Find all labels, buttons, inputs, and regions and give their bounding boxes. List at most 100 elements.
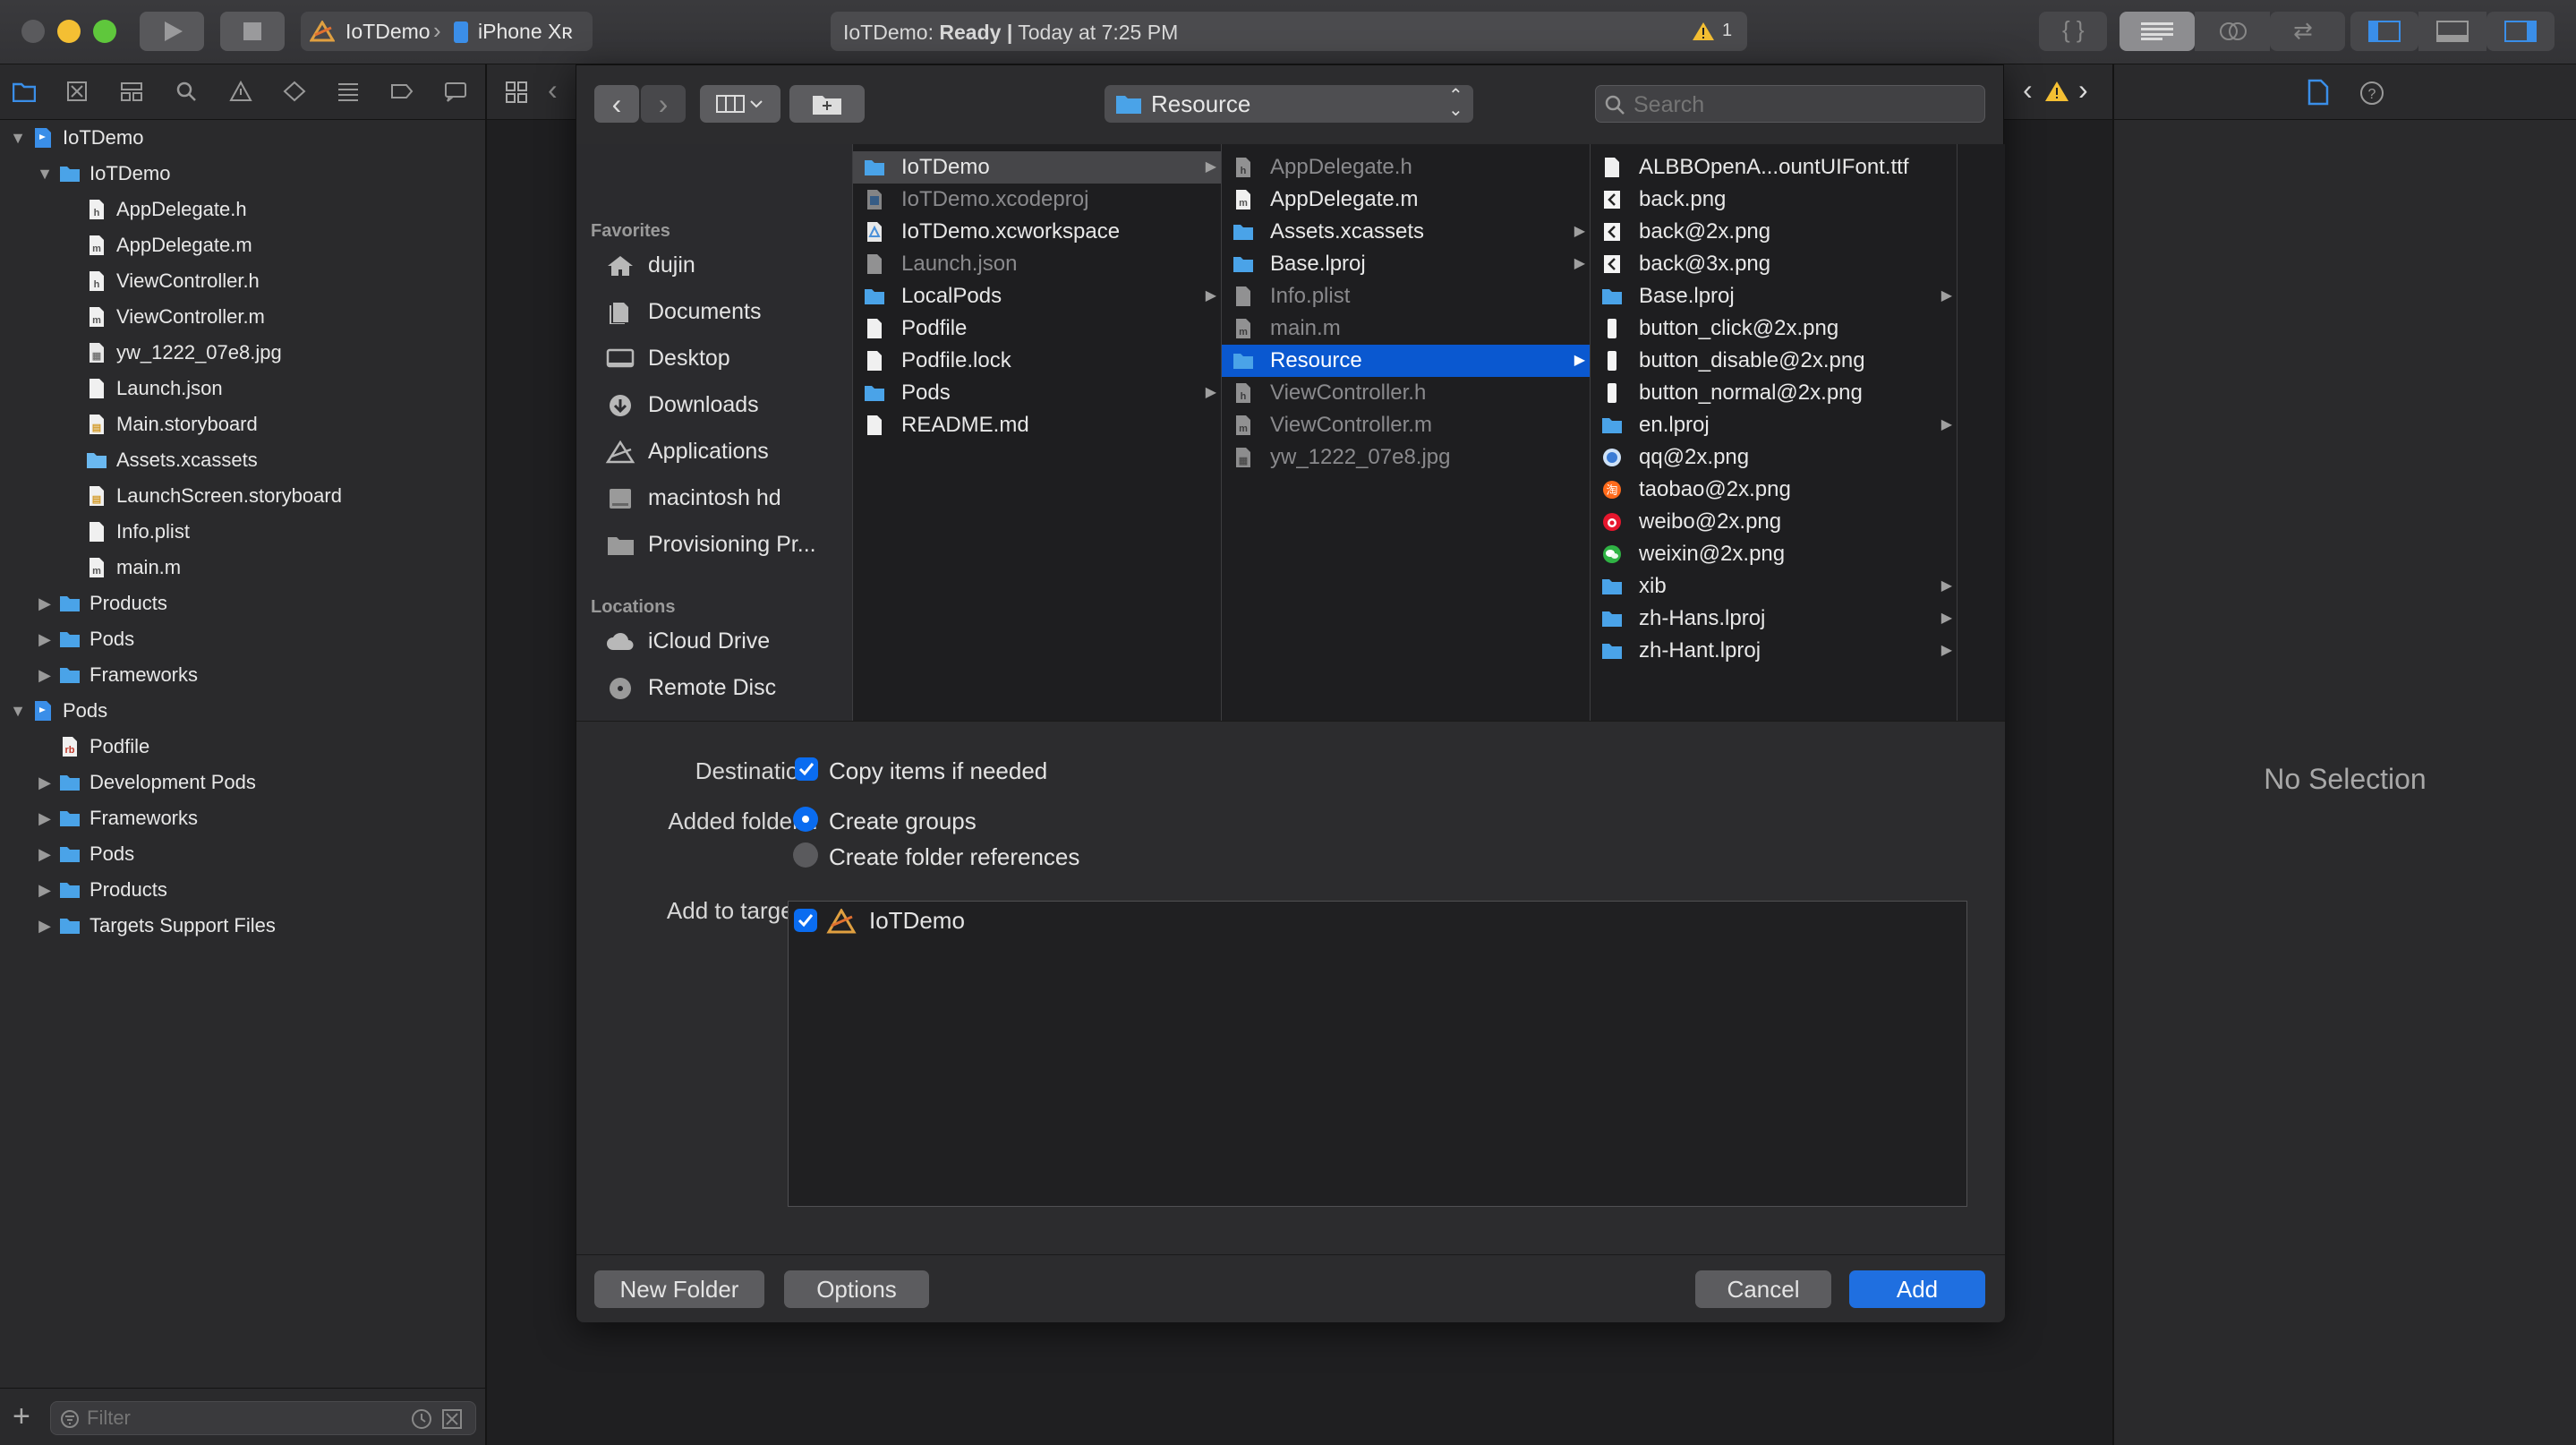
disclosure-collapsed-icon[interactable]: ▶ [36,836,54,872]
disclosure-collapsed-icon[interactable]: ▶ [36,908,54,944]
navigator-row[interactable]: m main.m [0,550,485,586]
browser-row[interactable]: IoTDemo.xcodeproj [853,184,1222,216]
navigator-row[interactable]: ▦ yw_1222_07e8.jpg [0,335,485,371]
browser-row[interactable]: back.png [1591,184,1958,216]
navigator-row[interactable]: ▤ Main.storyboard [0,406,485,442]
navigator-row[interactable]: ▶ Targets Support Files [0,908,485,944]
source-control-tab-icon[interactable] [66,81,88,102]
library-button[interactable]: { } [2039,12,2107,51]
copy-items-checkbox[interactable] [795,757,818,781]
navigator-row[interactable]: ▼ Pods [0,693,485,729]
filter-input[interactable] [87,1406,409,1431]
new-folder-toolbar-button[interactable] [789,85,865,123]
create-groups-label[interactable]: Create groups [829,808,977,835]
browser-row[interactable]: button_click@2x.png [1591,312,1958,345]
options-button[interactable]: Options [784,1270,929,1308]
navigator-row[interactable]: ▼ IoTDemo [0,156,485,192]
disclosure-expanded-icon[interactable]: ▼ [36,156,54,192]
browser-row[interactable]: Info.plist [1222,280,1591,312]
navigator-row[interactable]: ▤ LaunchScreen.storyboard [0,478,485,514]
version-editor-button[interactable]: ⇄ [2270,12,2345,51]
browser-row[interactable]: IoTDemo ▶ [853,151,1222,184]
browser-row[interactable]: ▦ yw_1222_07e8.jpg [1222,441,1591,474]
create-groups-radio[interactable] [793,807,818,832]
report-navigator-icon[interactable] [444,81,467,102]
target-checkbox[interactable] [794,909,817,932]
location-popup[interactable]: Resource ⌃ ⌄ [1105,85,1473,123]
browser-row[interactable]: m AppDelegate.m [1222,184,1591,216]
navigator-row[interactable]: rb Podfile [0,729,485,765]
symbol-navigator-tab-icon[interactable] [120,81,143,102]
browser-row[interactable]: zh-Hant.lproj ▶ [1591,635,1958,667]
sidebar-item-applications[interactable]: Applications [576,429,852,474]
debug-navigator-icon[interactable] [337,81,360,102]
browser-row[interactable]: README.md [853,409,1222,441]
run-button[interactable] [140,12,204,51]
navigator-row[interactable]: ▶ Frameworks [0,800,485,836]
navigator-row[interactable]: Info.plist [0,514,485,550]
navigator-row[interactable]: Launch.json [0,371,485,406]
browser-row[interactable]: m main.m [1222,312,1591,345]
toggle-inspector-button[interactable] [2486,12,2555,51]
navigator-row[interactable]: h AppDelegate.h [0,192,485,227]
zoom-window-button[interactable] [93,20,116,43]
disclosure-collapsed-icon[interactable]: ▶ [36,657,54,693]
filter-field[interactable] [50,1401,476,1435]
sidebar-item-documents[interactable]: Documents [576,289,852,334]
browser-row[interactable]: xib ▶ [1591,570,1958,603]
disclosure-collapsed-icon[interactable]: ▶ [36,872,54,908]
browser-row[interactable]: ALBBOpenA...ountUIFont.ttf [1591,151,1958,184]
file-inspector-icon[interactable] [2307,79,2329,106]
sidebar-item-icloud-drive[interactable]: iCloud Drive [576,619,852,663]
add-icon[interactable]: + [13,1399,30,1434]
breakpoint-navigator-icon[interactable] [390,81,414,102]
browser-row[interactable]: h AppDelegate.h [1222,151,1591,184]
browser-row[interactable]: back@2x.png [1591,216,1958,248]
related-items-grid-icon[interactable] [505,81,528,104]
back-button[interactable]: ‹ [594,85,639,123]
sidebar-item-macintosh-hd[interactable]: macintosh hd [576,475,852,520]
browser-row[interactable]: Pods ▶ [853,377,1222,409]
navigator-row[interactable]: ▶ Development Pods [0,765,485,800]
navigator-row[interactable]: m AppDelegate.m [0,227,485,263]
new-folder-button[interactable]: New Folder [594,1270,764,1308]
navigator-row[interactable]: Assets.xcassets [0,442,485,478]
browser-row[interactable]: Podfile [853,312,1222,345]
browser-row[interactable]: Podfile.lock [853,345,1222,377]
browser-row[interactable]: zh-Hans.lproj ▶ [1591,603,1958,635]
disclosure-collapsed-icon[interactable]: ▶ [36,800,54,836]
browser-row[interactable]: Resource ▶ [1222,345,1591,377]
forward-button[interactable]: › [641,85,686,123]
toggle-navigator-button[interactable] [2350,12,2418,51]
view-mode-button[interactable] [700,85,780,123]
cancel-button[interactable]: Cancel [1695,1270,1831,1308]
disclosure-collapsed-icon[interactable]: ▶ [36,621,54,657]
next-issue-chevron-icon[interactable]: › [2078,73,2088,107]
source-control-filter-icon[interactable] [441,1408,463,1430]
sidebar-item-remote-disc[interactable]: Remote Disc [576,665,852,710]
browser-row[interactable]: m ViewController.m [1222,409,1591,441]
disclosure-collapsed-icon[interactable]: ▶ [36,586,54,621]
assistant-editor-button[interactable] [2195,12,2270,51]
search-field[interactable] [1595,85,1985,123]
previous-issue-chevron-icon[interactable]: ‹ [2023,73,2033,107]
sidebar-item-dujin[interactable]: dujin [576,243,852,287]
browser-row[interactable]: h ViewController.h [1222,377,1591,409]
sidebar-item-downloads[interactable]: Downloads [576,382,852,427]
browser-row[interactable]: weibo@2x.png [1591,506,1958,538]
sidebar-item-desktop[interactable]: Desktop [576,336,852,380]
close-window-button[interactable] [21,20,45,43]
navigator-row[interactable]: ▼ IoTDemo [0,120,485,156]
create-folder-references-radio[interactable] [793,842,818,868]
project-navigator-tab-icon[interactable] [13,81,36,102]
search-input[interactable] [1633,91,1974,118]
add-button[interactable]: Add [1849,1270,1985,1308]
find-navigator-search-icon[interactable] [175,81,197,102]
minimize-window-button[interactable] [57,20,81,43]
navigator-row[interactable]: ▶ Pods [0,836,485,872]
copy-items-label[interactable]: Copy items if needed [829,757,1047,785]
browser-row[interactable]: qq@2x.png [1591,441,1958,474]
standard-editor-button[interactable] [2120,12,2195,51]
navigator-row[interactable]: m ViewController.m [0,299,485,335]
browser-row[interactable]: Launch.json [853,248,1222,280]
